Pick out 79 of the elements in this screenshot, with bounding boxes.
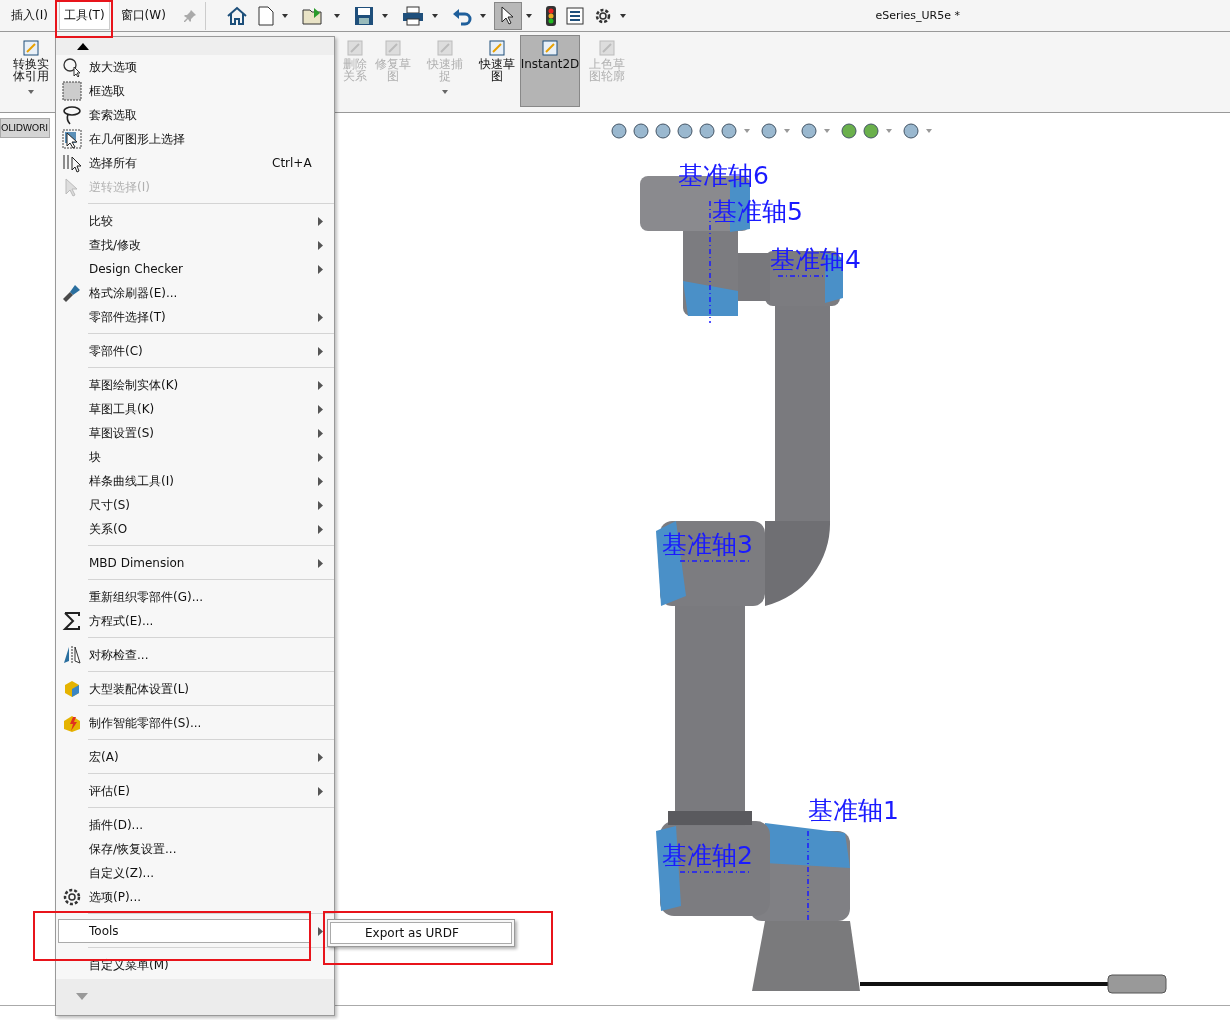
menu-item[interactable]: 评估(E) [56, 779, 131, 803]
menu-item[interactable]: MBD Dimension [56, 551, 186, 575]
sketch-icon [597, 38, 617, 58]
menu-item[interactable]: 插件(D)... [56, 813, 145, 837]
caret-icon[interactable] [281, 13, 288, 18]
menu-item[interactable]: 零部件选择(T) [56, 305, 167, 329]
axis-label: 基准轴1 [808, 796, 899, 826]
menu-item[interactable]: 块 [56, 445, 102, 469]
menu-item[interactable]: 在几何图形上选择 [56, 127, 186, 151]
menu-item[interactable]: Design Checker [56, 257, 185, 281]
box-select-icon [62, 81, 82, 101]
sketch-icon [540, 38, 560, 58]
save-icon[interactable] [353, 5, 374, 26]
new-document-icon[interactable] [257, 5, 274, 26]
menu-item[interactable]: 尺寸(S) [56, 493, 131, 517]
menu-item[interactable]: 关系(O [56, 517, 129, 541]
home-icon[interactable] [225, 5, 248, 26]
sketch-icon [21, 38, 41, 58]
menu-item[interactable]: 套索选取 [56, 103, 138, 127]
sketch-icon [435, 38, 455, 58]
caret-icon[interactable] [333, 13, 340, 18]
menu-item[interactable]: 查找/修改 [56, 233, 143, 257]
caret-icon[interactable] [381, 13, 388, 18]
select-all-icon [62, 153, 82, 173]
menu-item[interactable]: 保存/恢复设置... [56, 837, 178, 861]
sketch-icon [383, 38, 403, 58]
menu-bar-item[interactable]: 插入(I) [6, 1, 53, 30]
window-title: eSeries_UR5e * [875, 9, 960, 22]
menu-item[interactable]: 草图绘制实体(K) [56, 373, 180, 397]
caret-icon[interactable] [525, 13, 532, 18]
sigma-icon [62, 611, 82, 631]
printer-icon[interactable] [401, 5, 424, 26]
menu-item[interactable]: 方程式(E)... [56, 609, 155, 633]
highlight-frame [55, 0, 113, 38]
traffic-light-icon[interactable] [545, 5, 556, 26]
sketch-icon [487, 38, 507, 58]
menu-item[interactable]: 选项(P)... [56, 885, 143, 909]
menu-item[interactable]: 样条曲线工具(I) [56, 469, 175, 493]
menu-item[interactable]: Export as URDF [330, 922, 512, 944]
settings-icon[interactable] [593, 6, 612, 25]
caret-icon[interactable] [28, 90, 34, 94]
menu-item[interactable]: 自定义(Z)... [56, 861, 156, 885]
magnifier-cursor-icon [62, 57, 82, 77]
ribbon-button[interactable]: 转换实 体引用 [8, 35, 54, 107]
sketch-icon [345, 38, 365, 58]
menu-item[interactable]: 放大选项 [56, 55, 138, 79]
smart-part-icon [62, 713, 82, 733]
menu-item[interactable]: 大型装配体设置(L) [56, 677, 191, 701]
menu-item[interactable]: 宏(A) [56, 745, 120, 769]
ribbon-button[interactable]: 快速草 图 [474, 35, 520, 107]
menu-item[interactable]: 格式涂刷器(E)... [56, 281, 179, 305]
menu-item[interactable]: 草图工具(K) [56, 397, 156, 421]
cube-icon [62, 679, 82, 699]
shortcut-label: Ctrl+A [272, 156, 312, 170]
menu-item[interactable]: 选择所有 [56, 151, 138, 175]
menu-item[interactable]: 比较 [56, 209, 114, 233]
document-tab[interactable]: OLIDWORI [0, 118, 50, 138]
menu-item[interactable]: Tools [58, 919, 310, 943]
scroll-up-icon[interactable] [77, 42, 89, 50]
menu-item[interactable]: 制作智能零部件(S)... [56, 711, 203, 735]
lasso-icon [62, 105, 82, 125]
symmetry-icon [62, 645, 82, 665]
geometry-select-icon [62, 129, 82, 149]
caret-icon[interactable] [479, 13, 486, 18]
menu-item[interactable]: 零部件(C) [56, 339, 144, 363]
caret-icon[interactable] [619, 13, 626, 18]
gear-icon [62, 887, 82, 907]
ribbon-button[interactable]: Instant2D [520, 35, 580, 107]
paint-brush-icon [62, 283, 82, 303]
menu-item[interactable]: 对称检查... [56, 643, 150, 667]
caret-icon[interactable] [431, 13, 438, 18]
menu-bar-item[interactable]: 工具(T) [58, 1, 110, 30]
cursor-icon [499, 5, 516, 26]
menu-item[interactable]: 框选取 [56, 79, 126, 103]
menu-item[interactable]: 草图设置(S) [56, 421, 155, 445]
select-tool-button[interactable] [493, 1, 522, 30]
menu-bar-item[interactable]: 窗口(W) [115, 1, 171, 30]
menu-item[interactable]: 重新组织零部件(G)... [56, 585, 205, 609]
list-icon[interactable] [565, 6, 584, 25]
